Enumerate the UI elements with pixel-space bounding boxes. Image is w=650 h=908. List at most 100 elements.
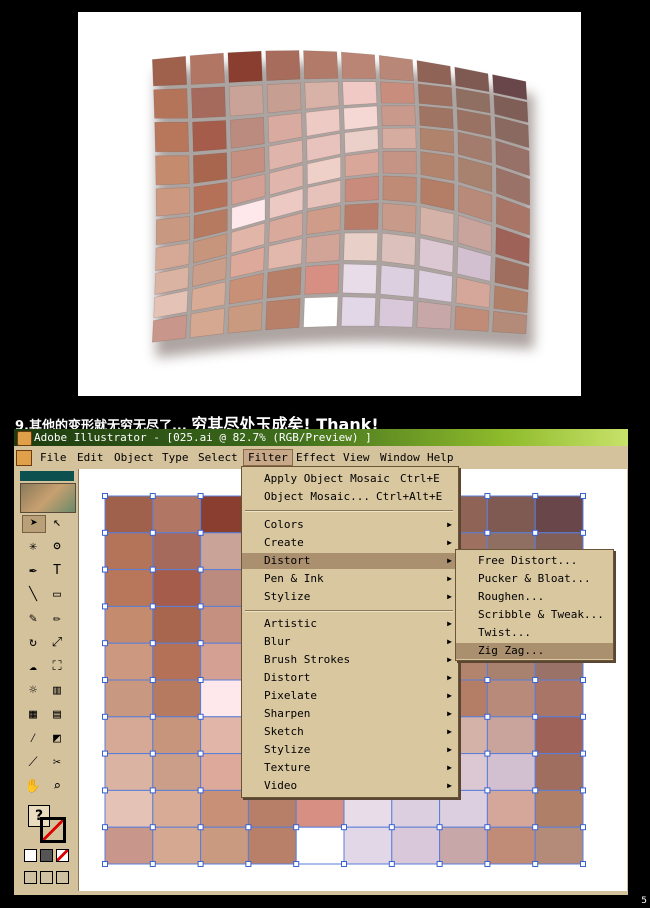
anchor-point-handle[interactable]: [388, 861, 395, 867]
menu-item-roughen[interactable]: Roughen...: [456, 589, 613, 605]
mosaic-tile[interactable]: [104, 679, 154, 718]
menu-edit[interactable]: Edit: [73, 450, 108, 465]
anchor-point-handle[interactable]: [532, 861, 539, 867]
anchor-point-handle[interactable]: [149, 603, 156, 610]
menu-item-scribble-tweak[interactable]: Scribble & Tweak...: [456, 607, 613, 623]
toolbox-header[interactable]: [20, 471, 74, 481]
mosaic-tile[interactable]: [152, 569, 202, 607]
anchor-point-handle[interactable]: [532, 493, 539, 499]
anchor-point-handle[interactable]: [484, 529, 491, 536]
anchor-point-handle[interactable]: [580, 750, 586, 757]
mosaic-tile[interactable]: [343, 826, 393, 865]
mosaic-tile[interactable]: [152, 642, 202, 681]
anchor-point-handle[interactable]: [197, 677, 204, 683]
direct-selection-tool-icon[interactable]: ↖: [46, 515, 68, 531]
anchor-point-handle[interactable]: [197, 861, 204, 867]
screen-mode-standard-icon[interactable]: [24, 871, 37, 884]
anchor-point-handle[interactable]: [580, 713, 586, 720]
fill-stroke-swatch[interactable]: ?: [28, 805, 66, 843]
menu-item-free-distort[interactable]: Free Distort...: [456, 553, 613, 569]
anchor-point-handle[interactable]: [341, 861, 347, 867]
anchor-point-handle[interactable]: [149, 640, 156, 647]
selection-tool-icon[interactable]: ➤: [22, 515, 46, 533]
mosaic-tile[interactable]: [104, 753, 154, 791]
screen-mode-full-icon[interactable]: [56, 871, 69, 884]
menu-item-object-mosaic[interactable]: Object Mosaic... Ctrl+Alt+E: [242, 489, 458, 505]
anchor-point-handle[interactable]: [484, 750, 491, 757]
lasso-tool-icon[interactable]: ʘ: [46, 539, 68, 555]
slice-tool-icon[interactable]: ⟋: [22, 755, 44, 771]
menu-item-create[interactable]: Create ▶: [242, 535, 458, 551]
mosaic-tile[interactable]: [152, 789, 202, 828]
anchor-point-handle[interactable]: [102, 824, 108, 831]
menu-item-video[interactable]: Video ▶: [242, 778, 458, 794]
mosaic-tile[interactable]: [486, 789, 536, 828]
anchor-point-handle[interactable]: [149, 493, 156, 499]
anchor-point-handle[interactable]: [102, 493, 108, 499]
anchor-point-handle[interactable]: [580, 493, 586, 499]
menu-item-stylize[interactable]: Stylize ▶: [242, 589, 458, 605]
mosaic-tile[interactable]: [152, 753, 202, 791]
screen-mode-menu-icon[interactable]: [40, 871, 53, 884]
mosaic-tile[interactable]: [486, 753, 536, 791]
anchor-point-handle[interactable]: [484, 493, 491, 499]
anchor-point-handle[interactable]: [484, 787, 491, 794]
mosaic-tile[interactable]: [534, 495, 584, 534]
anchor-point-handle[interactable]: [293, 824, 300, 831]
menu-help[interactable]: Help: [423, 450, 458, 465]
mosaic-tile[interactable]: [152, 679, 202, 718]
anchor-point-handle[interactable]: [197, 566, 204, 573]
mosaic-tile[interactable]: [534, 753, 584, 791]
anchor-point-handle[interactable]: [102, 861, 108, 867]
anchor-point-handle[interactable]: [293, 861, 300, 867]
anchor-point-handle[interactable]: [102, 603, 108, 610]
line-tool-icon[interactable]: ╲: [22, 587, 44, 603]
mosaic-tile[interactable]: [152, 532, 202, 571]
type-tool-icon[interactable]: T: [46, 563, 68, 579]
mosaic-tile[interactable]: [247, 826, 297, 865]
anchor-point-handle[interactable]: [102, 787, 108, 794]
anchor-point-handle[interactable]: [197, 824, 204, 831]
anchor-point-handle[interactable]: [341, 824, 347, 831]
anchor-point-handle[interactable]: [102, 640, 108, 647]
anchor-point-handle[interactable]: [197, 529, 204, 536]
menu-item-artistic[interactable]: Artistic ▶: [242, 616, 458, 632]
anchor-point-handle[interactable]: [149, 750, 156, 757]
menu-file[interactable]: File: [36, 450, 71, 465]
anchor-point-handle[interactable]: [532, 677, 539, 683]
anchor-point-handle[interactable]: [149, 787, 156, 794]
color-mode-icon[interactable]: [24, 849, 37, 862]
menu-item-texture[interactable]: Texture ▶: [242, 760, 458, 776]
menu-item-pucker-bloat[interactable]: Pucker & Bloat...: [456, 571, 613, 587]
menu-item-apply-object-mosaic[interactable]: Apply Object Mosaic Ctrl+E: [242, 471, 458, 487]
mosaic-tile[interactable]: [200, 826, 249, 865]
menu-filter[interactable]: Filter: [243, 449, 293, 466]
gradient-tool-icon[interactable]: ▤: [46, 707, 68, 723]
anchor-point-handle[interactable]: [436, 861, 443, 867]
anchor-point-handle[interactable]: [532, 529, 539, 536]
menu-effect[interactable]: Effect: [292, 450, 340, 465]
mosaic-tile[interactable]: [534, 679, 584, 718]
anchor-point-handle[interactable]: [580, 529, 586, 536]
mosaic-tile[interactable]: [486, 716, 536, 755]
anchor-point-handle[interactable]: [102, 566, 108, 573]
anchor-point-handle[interactable]: [532, 713, 539, 720]
anchor-point-handle[interactable]: [197, 603, 204, 610]
anchor-point-handle[interactable]: [197, 713, 204, 720]
mosaic-tile[interactable]: [104, 826, 154, 865]
anchor-point-handle[interactable]: [197, 787, 204, 794]
hand-tool-icon[interactable]: ✋: [22, 779, 44, 795]
anchor-point-handle[interactable]: [102, 750, 108, 757]
anchor-point-handle[interactable]: [484, 861, 491, 867]
menu-item-twist[interactable]: Twist...: [456, 625, 613, 641]
menu-item-distort[interactable]: Distort ▶: [242, 553, 458, 569]
stroke-swatch-icon[interactable]: [40, 817, 66, 843]
anchor-point-handle[interactable]: [149, 677, 156, 683]
menu-window[interactable]: Window: [376, 450, 424, 465]
anchor-point-handle[interactable]: [197, 493, 204, 499]
anchor-point-handle[interactable]: [149, 529, 156, 536]
mosaic-tile[interactable]: [534, 716, 584, 755]
rotate-tool-icon[interactable]: ↻: [22, 635, 44, 651]
anchor-point-handle[interactable]: [245, 824, 252, 831]
scale-tool-icon[interactable]: ⤢: [46, 635, 68, 651]
